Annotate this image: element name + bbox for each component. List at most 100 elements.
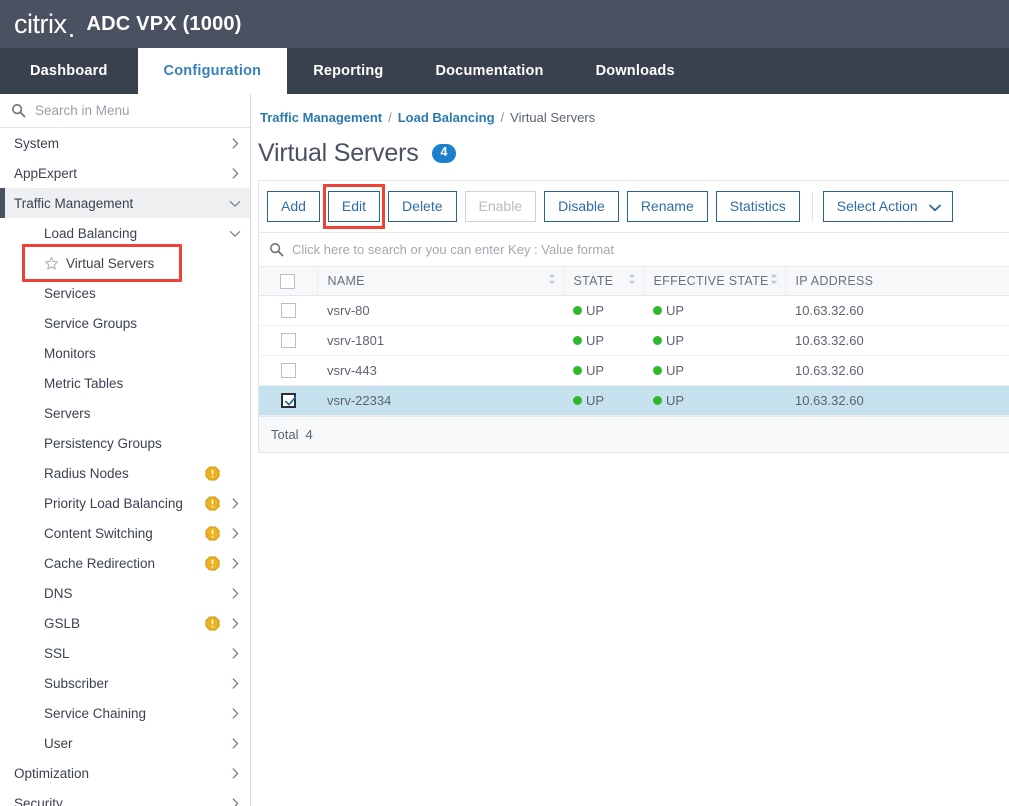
table-row[interactable]: vsrv-443UPUP10.63.32.60 bbox=[259, 355, 1009, 385]
column-header-effective-state[interactable]: EFFECTIVE STATE bbox=[643, 267, 785, 295]
sidebar-item-cache-redirection[interactable]: Cache Redirection bbox=[0, 548, 250, 578]
warning-icon bbox=[205, 616, 220, 631]
table-body: vsrv-80UPUP10.63.32.60vsrv-1801UPUP10.63… bbox=[259, 295, 1009, 415]
chevron-right-icon[interactable] bbox=[228, 556, 242, 570]
tab-configuration[interactable]: Configuration bbox=[138, 48, 288, 94]
chevron-right-icon[interactable] bbox=[228, 766, 242, 780]
table-total-row: Total 4 bbox=[259, 416, 1009, 452]
add-button[interactable]: Add bbox=[267, 191, 320, 222]
sidebar-item-gslb[interactable]: GSLB bbox=[0, 608, 250, 638]
sidebar-item-monitors[interactable]: Monitors bbox=[0, 338, 250, 368]
chevron-right-icon[interactable] bbox=[228, 136, 242, 150]
select-all-checkbox[interactable] bbox=[280, 274, 295, 289]
row-checkbox[interactable] bbox=[281, 363, 296, 378]
disable-button[interactable]: Disable bbox=[544, 191, 619, 222]
cell-effective-state-label: UP bbox=[666, 333, 684, 348]
breadcrumb-traffic-management[interactable]: Traffic Management bbox=[260, 110, 382, 125]
search-menu-input[interactable] bbox=[35, 103, 215, 118]
favorite-star-icon[interactable] bbox=[44, 256, 59, 271]
toolbar-divider bbox=[812, 193, 813, 221]
status-dot-up bbox=[653, 366, 662, 375]
citrix-logo-text: citrix bbox=[14, 9, 67, 39]
chevron-right-icon[interactable] bbox=[228, 676, 242, 690]
breadcrumb-load-balancing[interactable]: Load Balancing bbox=[398, 110, 495, 125]
chevron-right-icon[interactable] bbox=[228, 526, 242, 540]
rename-button[interactable]: Rename bbox=[627, 191, 708, 222]
status-dot-up bbox=[573, 306, 582, 315]
main-tabbar: Dashboard Configuration Reporting Docume… bbox=[0, 48, 1009, 94]
sidebar-item-label: DNS bbox=[44, 586, 222, 601]
warning-icon bbox=[205, 526, 220, 541]
menu-search-row[interactable] bbox=[0, 94, 250, 128]
row-checkbox[interactable] bbox=[281, 333, 296, 348]
sidebar-item-servers[interactable]: Servers bbox=[0, 398, 250, 428]
sidebar-item-appexpert[interactable]: AppExpert bbox=[0, 158, 250, 188]
sidebar-item-load-balancing[interactable]: Load Balancing bbox=[0, 218, 250, 248]
sidebar-item-security[interactable]: Security bbox=[0, 788, 250, 806]
select-action-button[interactable]: Select Action bbox=[823, 191, 953, 222]
product-title: ADC VPX (1000) bbox=[87, 13, 242, 36]
sidebar-item-priority-load-balancing[interactable]: Priority Load Balancing bbox=[0, 488, 250, 518]
sidebar-item-traffic-management[interactable]: Traffic Management bbox=[0, 188, 250, 218]
sidebar-item-label: Cache Redirection bbox=[44, 556, 199, 571]
column-header-name[interactable]: NAME bbox=[317, 267, 563, 295]
toolbar: Add Edit Delete Enable Disable Rename St… bbox=[259, 181, 1009, 233]
chevron-down-icon[interactable] bbox=[228, 196, 242, 210]
table-row[interactable]: vsrv-1801UPUP10.63.32.60 bbox=[259, 325, 1009, 355]
statistics-button[interactable]: Statistics bbox=[716, 191, 800, 222]
sidebar-item-dns[interactable]: DNS bbox=[0, 578, 250, 608]
sidebar-item-optimization[interactable]: Optimization bbox=[0, 758, 250, 788]
chevron-down-icon[interactable] bbox=[228, 226, 242, 240]
chevron-right-icon[interactable] bbox=[228, 496, 242, 510]
edit-button[interactable]: Edit bbox=[328, 191, 380, 222]
sidebar-item-services[interactable]: Services bbox=[0, 278, 250, 308]
table-search-row[interactable] bbox=[259, 233, 1009, 267]
warning-icon bbox=[205, 556, 220, 571]
tab-reporting[interactable]: Reporting bbox=[287, 48, 409, 94]
sidebar-item-label: Monitors bbox=[44, 346, 222, 361]
cell-state: UP bbox=[563, 385, 643, 415]
chevron-right-icon[interactable] bbox=[228, 586, 242, 600]
sidebar-item-persistency-groups[interactable]: Persistency Groups bbox=[0, 428, 250, 458]
sidebar-item-service-groups[interactable]: Service Groups bbox=[0, 308, 250, 338]
content-area: Traffic Management/Load Balancing/Virtua… bbox=[251, 94, 1009, 806]
sidebar-item-metric-tables[interactable]: Metric Tables bbox=[0, 368, 250, 398]
chevron-right-icon[interactable] bbox=[228, 796, 242, 806]
column-header-name-label: NAME bbox=[328, 274, 365, 288]
sidebar-item-system[interactable]: System bbox=[0, 128, 250, 158]
table-row[interactable]: vsrv-80UPUP10.63.32.60 bbox=[259, 295, 1009, 325]
brand-bar: citrix ADC VPX (1000) bbox=[0, 0, 1009, 48]
sidebar-item-radius-nodes[interactable]: Radius Nodes bbox=[0, 458, 250, 488]
chevron-right-icon[interactable] bbox=[228, 646, 242, 660]
sidebar-item-content-switching[interactable]: Content Switching bbox=[0, 518, 250, 548]
tab-dashboard[interactable]: Dashboard bbox=[0, 48, 138, 94]
row-checkbox[interactable] bbox=[281, 393, 296, 408]
chevron-right-icon[interactable] bbox=[228, 166, 242, 180]
enable-button: Enable bbox=[465, 191, 537, 222]
table-search-input[interactable] bbox=[292, 242, 812, 257]
sidebar-item-virtual-servers[interactable]: Virtual Servers bbox=[0, 248, 250, 278]
cell-effective-state: UP bbox=[643, 325, 785, 355]
sidebar-item-service-chaining[interactable]: Service Chaining bbox=[0, 698, 250, 728]
sidebar-item-label: Metric Tables bbox=[44, 376, 222, 391]
table-row[interactable]: vsrv-22334UPUP10.63.32.60 bbox=[259, 385, 1009, 415]
sort-icon[interactable] bbox=[548, 273, 556, 288]
column-header-ip-address[interactable]: IP ADDRESS bbox=[785, 267, 1009, 295]
tab-downloads[interactable]: Downloads bbox=[570, 48, 701, 94]
page-title: Virtual Servers bbox=[258, 139, 419, 168]
delete-button[interactable]: Delete bbox=[388, 191, 456, 222]
sidebar-item-subscriber[interactable]: Subscriber bbox=[0, 668, 250, 698]
citrix-logo-dot bbox=[70, 34, 73, 37]
column-header-state[interactable]: STATE bbox=[563, 267, 643, 295]
sidebar-item-label: Persistency Groups bbox=[44, 436, 222, 451]
sidebar-item-user[interactable]: User bbox=[0, 728, 250, 758]
chevron-right-icon[interactable] bbox=[228, 736, 242, 750]
tab-documentation[interactable]: Documentation bbox=[409, 48, 569, 94]
row-checkbox[interactable] bbox=[281, 303, 296, 318]
sidebar-item-ssl[interactable]: SSL bbox=[0, 638, 250, 668]
sort-icon[interactable] bbox=[628, 273, 636, 288]
cell-state: UP bbox=[563, 325, 643, 355]
chevron-right-icon[interactable] bbox=[228, 706, 242, 720]
sort-icon[interactable] bbox=[770, 273, 778, 288]
chevron-right-icon[interactable] bbox=[228, 616, 242, 630]
